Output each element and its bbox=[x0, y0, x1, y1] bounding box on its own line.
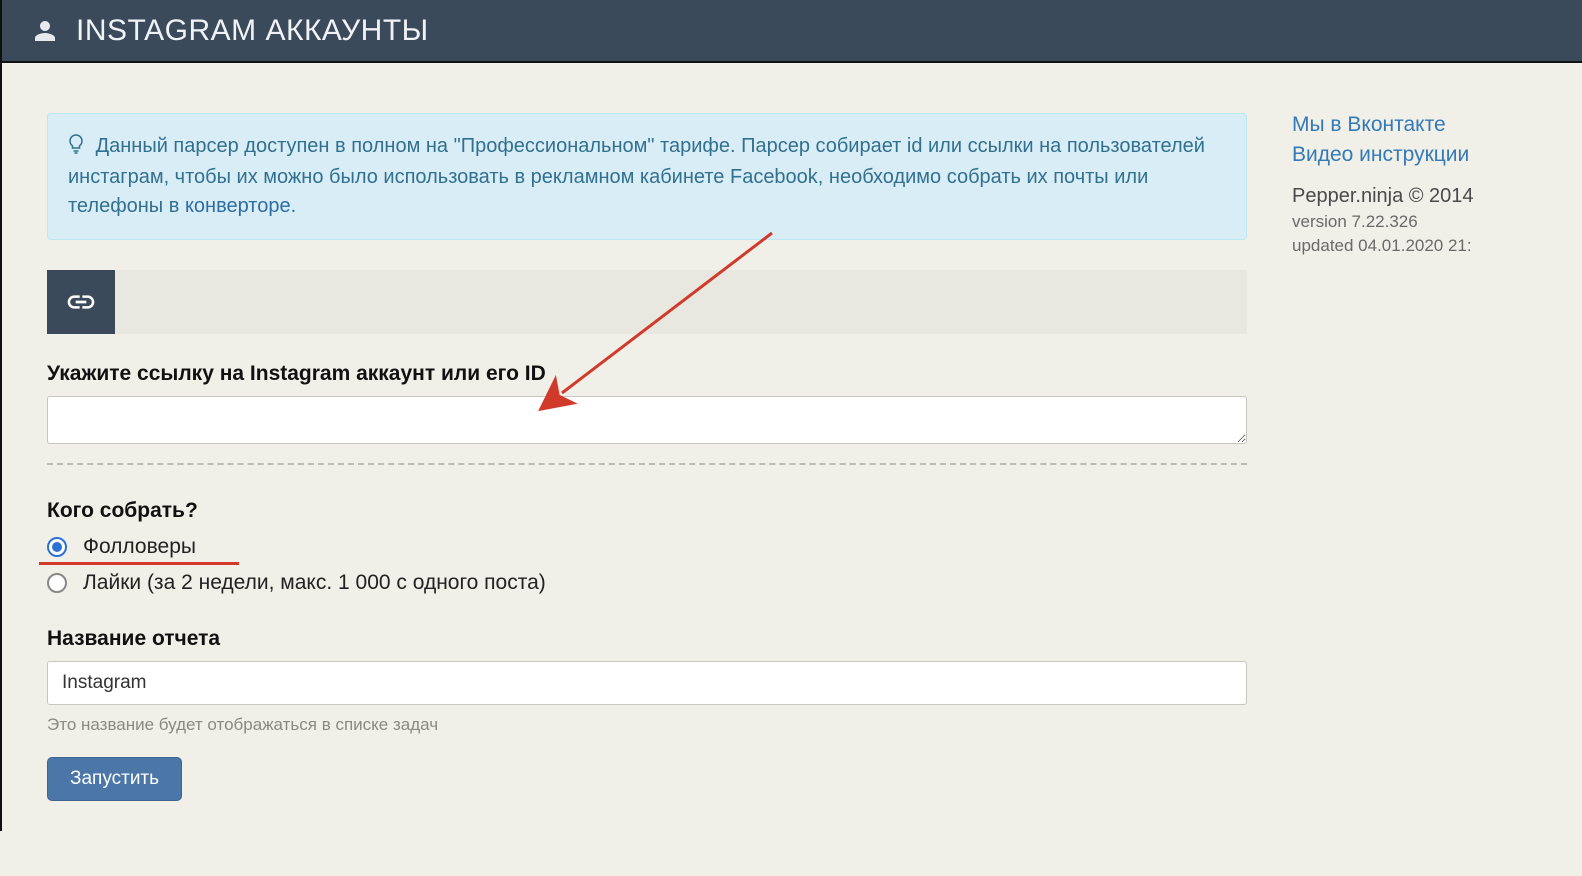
report-name-input[interactable] bbox=[47, 661, 1247, 705]
collect-radio-group: Фолловеры Лайки (за 2 недели, макс. 1 00… bbox=[47, 533, 1247, 597]
radio-option-followers[interactable]: Фолловеры bbox=[47, 533, 1247, 561]
page-header: INSTAGRAM АККАУНТЫ bbox=[0, 0, 1582, 63]
sidebar-link-video[interactable]: Видео инструкции bbox=[1292, 143, 1582, 167]
sidebar-copyright: Pepper.ninja © 2014 bbox=[1292, 185, 1582, 208]
link-icon bbox=[65, 286, 97, 318]
radio-label: Фолловеры bbox=[83, 535, 196, 559]
instagram-url-input[interactable] bbox=[47, 396, 1247, 444]
report-name-help: Это название будет отображаться в списке… bbox=[47, 715, 1247, 735]
main-content: Данный парсер доступен в полном на "Проф… bbox=[2, 63, 1282, 831]
divider bbox=[47, 463, 1247, 465]
radio-icon bbox=[47, 573, 67, 593]
run-button[interactable]: Запустить bbox=[47, 757, 182, 801]
radio-label: Лайки (за 2 недели, макс. 1 000 с одного… bbox=[83, 571, 546, 595]
sidebar-updated: updated 04.01.2020 21: bbox=[1292, 236, 1582, 256]
lightbulb-icon bbox=[68, 134, 84, 163]
collect-label: Кого собрать? bbox=[47, 499, 1247, 523]
info-notice: Данный парсер доступен в полном на "Проф… bbox=[47, 113, 1247, 240]
sidebar-version: version 7.22.326 bbox=[1292, 212, 1582, 232]
user-icon bbox=[32, 18, 58, 44]
page-title: INSTAGRAM АККАУНТЫ bbox=[76, 14, 429, 48]
sidebar: Мы в Вконтакте Видео инструкции Pepper.n… bbox=[1282, 63, 1582, 831]
link-icon-button[interactable] bbox=[47, 270, 115, 334]
report-name-label: Название отчета bbox=[47, 627, 1247, 651]
radio-icon bbox=[47, 537, 67, 557]
link-toolbar bbox=[47, 270, 1247, 334]
radio-option-likes[interactable]: Лайки (за 2 недели, макс. 1 000 с одного… bbox=[47, 569, 1247, 597]
info-text-tail: . bbox=[291, 195, 297, 217]
converter-link[interactable]: конверторе bbox=[185, 195, 291, 217]
url-input-label: Укажите ссылку на Instagram аккаунт или … bbox=[47, 362, 1247, 386]
sidebar-link-vk[interactable]: Мы в Вконтакте bbox=[1292, 113, 1582, 137]
